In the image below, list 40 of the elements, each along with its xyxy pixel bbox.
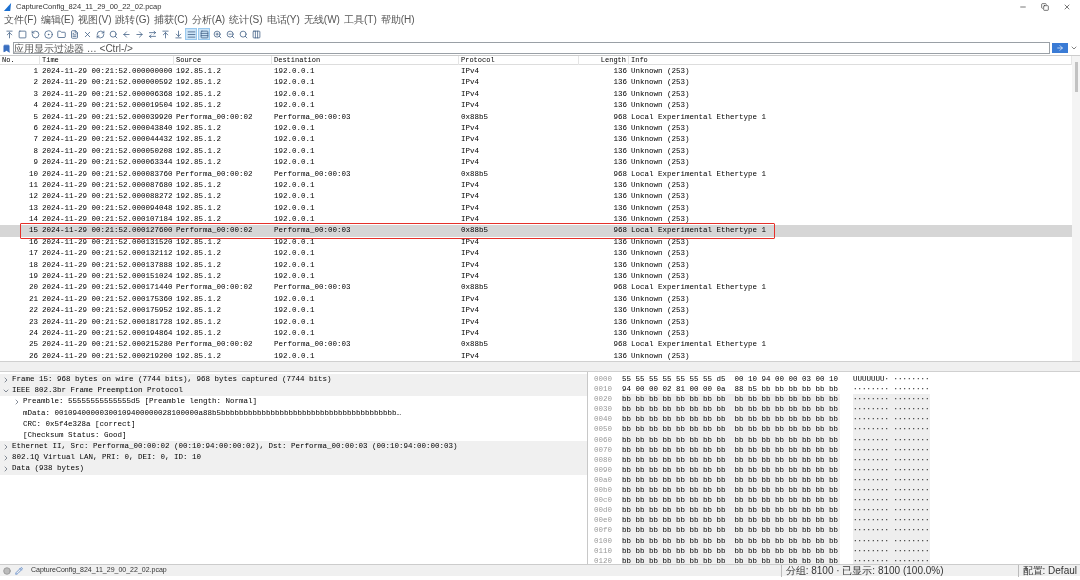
scrollbar-thumb[interactable] — [1074, 62, 1078, 92]
menu-item[interactable]: 帮助(H) — [379, 14, 416, 26]
back-arrow-icon[interactable] — [120, 28, 132, 40]
arrow-right-icon — [1056, 44, 1064, 52]
edit-comment-icon[interactable] — [15, 566, 23, 575]
dropdown-caret-icon[interactable] — [1070, 44, 1078, 52]
colorize-icon[interactable] — [198, 28, 210, 40]
bookmark-icon[interactable] — [2, 43, 11, 53]
menu-item[interactable]: 编辑(E) — [39, 14, 76, 26]
reload-icon[interactable] — [94, 28, 106, 40]
forward-arrow-icon[interactable] — [133, 28, 145, 40]
fin-icon — [3, 2, 12, 11]
zoom-out-icon[interactable] — [224, 28, 236, 40]
menu-item[interactable]: 电话(Y) — [265, 14, 301, 26]
filter-field[interactable]: 应用显示过滤器 … <Ctrl-/> — [13, 42, 1050, 54]
folder-icon[interactable] — [55, 28, 67, 40]
first-packet-icon[interactable] — [159, 28, 171, 40]
status-indicator-icon — [3, 566, 11, 575]
menu-item[interactable]: 跳转(G) — [114, 14, 151, 26]
restore-icon[interactable] — [1041, 2, 1049, 11]
resize-columns-icon[interactable] — [250, 28, 262, 40]
menu-item[interactable]: 视图(V) — [77, 14, 113, 26]
restart-icon[interactable] — [29, 28, 41, 40]
menu-item[interactable]: 无线(W) — [302, 14, 341, 26]
search-icon[interactable] — [107, 28, 119, 40]
auto-scroll-icon[interactable] — [185, 28, 197, 40]
apply-filter-button[interactable] — [1052, 43, 1068, 53]
menu-item[interactable]: 分析(A) — [190, 14, 227, 26]
menu-item[interactable]: 工具(T) — [342, 14, 378, 26]
profile-label[interactable]: 配置: Defaul — [1017, 564, 1077, 577]
zoom-in-icon[interactable] — [211, 28, 223, 40]
close-icon[interactable] — [1063, 2, 1071, 11]
scrollbar[interactable] — [1072, 56, 1080, 361]
file-icon[interactable] — [68, 28, 80, 40]
menu-item[interactable]: 统计(S) — [228, 14, 264, 26]
last-packet-icon[interactable] — [172, 28, 184, 40]
menu-item[interactable]: 捕获(C) — [152, 14, 189, 26]
menu-item[interactable]: 文件(F) — [3, 14, 38, 26]
packet-count: 分组: 8100 · 已显示: 8100 (100.0%) — [780, 564, 944, 577]
stop-icon[interactable] — [16, 28, 28, 40]
